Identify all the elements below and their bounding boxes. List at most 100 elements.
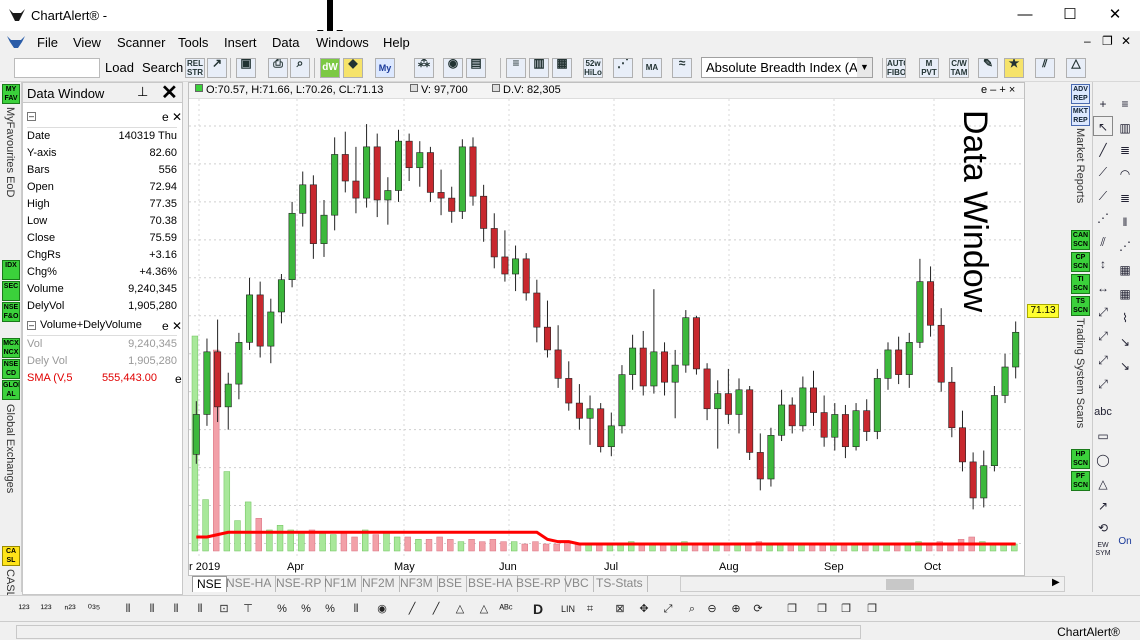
load-button[interactable]: Load bbox=[105, 60, 134, 75]
scroll-right-icon[interactable]: ▶ bbox=[1052, 577, 1060, 588]
my-favourites-icon[interactable]: MY FAV bbox=[2, 84, 20, 104]
menu-data[interactable]: Data bbox=[272, 35, 299, 50]
numbering-icon[interactable]: ¹²³ bbox=[14, 599, 34, 619]
arrow-tool-icon[interactable]: ↗ bbox=[1093, 496, 1113, 516]
bull-menu-icon[interactable] bbox=[6, 34, 26, 50]
print-preview-icon[interactable]: ⌕ bbox=[290, 58, 310, 78]
grid-toggle-icon[interactable]: ⌗ bbox=[580, 599, 600, 619]
sma-edit-button[interactable]: e bbox=[175, 372, 182, 386]
triangle-b-icon[interactable]: △ bbox=[450, 599, 470, 619]
bars-icon[interactable]: ⫴ bbox=[118, 599, 138, 619]
bars4-icon[interactable]: ⫴ bbox=[190, 599, 210, 619]
m-pvt-button[interactable]: M PVT bbox=[919, 58, 939, 78]
tab-nf2m[interactable]: NF2M bbox=[358, 576, 400, 592]
sl-line-icon[interactable]: ⟋ bbox=[1093, 162, 1113, 182]
lines-icon[interactable]: ⫽ bbox=[1035, 58, 1055, 78]
ts-scn-icon[interactable]: TS SCN bbox=[1071, 296, 1090, 316]
ns4-icon[interactable]: ⤢ bbox=[1093, 374, 1113, 394]
fib-icon[interactable]: ≣ bbox=[1115, 140, 1135, 160]
section-close-icon[interactable]: ✕ bbox=[172, 319, 182, 333]
zoom-box-icon[interactable]: ⊡ bbox=[214, 599, 234, 619]
bar-chart-icon[interactable]: ▥ bbox=[529, 58, 549, 78]
mdi-close-button[interactable]: ✕ bbox=[1121, 34, 1131, 48]
menu-windows[interactable]: Windows bbox=[316, 35, 369, 50]
mkt-rep-icon[interactable]: MKT REP bbox=[1071, 106, 1090, 126]
ellipse-icon[interactable]: ◯ bbox=[1093, 450, 1113, 470]
ti-scn-icon[interactable]: TI SCN bbox=[1071, 274, 1090, 294]
arc-icon[interactable]: ◠ bbox=[1115, 164, 1135, 184]
menu-scanner[interactable]: Scanner bbox=[117, 35, 165, 50]
minimize-button[interactable]: — bbox=[1010, 4, 1040, 26]
casl-label[interactable]: CASL bbox=[4, 569, 16, 598]
percent3-icon[interactable]: % bbox=[320, 599, 340, 619]
overlay-icon[interactable]: ≈ bbox=[672, 58, 692, 78]
triangle-b2-icon[interactable]: △ bbox=[474, 599, 494, 619]
symbol-input[interactable] bbox=[14, 58, 100, 78]
d-menu-icon[interactable]: D bbox=[528, 599, 548, 619]
grid2-icon[interactable]: ▦ bbox=[1115, 284, 1135, 304]
vd-chart-icon[interactable]: ▦ bbox=[552, 58, 572, 78]
cw-tam-button[interactable]: C/W TAM bbox=[949, 58, 969, 78]
grid-icon[interactable]: ▦ bbox=[1115, 260, 1135, 280]
my-indicators-button[interactable]: My bbox=[375, 58, 395, 78]
move-icon[interactable]: ✥ bbox=[634, 599, 654, 619]
ns2-icon[interactable]: ⤢ bbox=[1093, 326, 1113, 346]
search-button[interactable]: Search bbox=[142, 60, 183, 75]
ma-button[interactable]: MA bbox=[642, 58, 662, 78]
52w-hilo-button[interactable]: 52w HiLo bbox=[583, 58, 603, 78]
maximize-button[interactable]: ☐ bbox=[1055, 4, 1085, 26]
diamond-icon[interactable]: ◆ bbox=[343, 58, 363, 78]
vline-icon[interactable]: ↕ bbox=[1093, 254, 1113, 274]
resize-icon[interactable]: ⤢ bbox=[658, 599, 678, 619]
data-window-close-icon[interactable]: ✕ bbox=[161, 80, 178, 105]
pin-icon[interactable]: ⊥ bbox=[137, 84, 148, 100]
tab-ts-stats[interactable]: TS-Stats bbox=[592, 576, 648, 592]
line-icon[interactable]: ╱ bbox=[402, 599, 422, 619]
copy4-icon[interactable]: ❐ bbox=[862, 599, 882, 619]
arrow-select-icon[interactable]: ↗ bbox=[207, 58, 227, 78]
chart-panel[interactable]: O:70.57, H:71.66, L:70.26, CL:71.13 V: 9… bbox=[188, 82, 1025, 576]
section-edit-button[interactable]: e bbox=[162, 319, 169, 333]
rectangle-icon[interactable]: ▭ bbox=[1093, 426, 1113, 446]
copy2-icon[interactable]: ❐ bbox=[812, 599, 832, 619]
combo-dropdown-icon[interactable]: ▼ bbox=[857, 58, 872, 77]
menu-insert[interactable]: Insert bbox=[224, 35, 257, 50]
tab-nf1m[interactable]: NF1M bbox=[320, 576, 362, 592]
arrow-tool3-icon[interactable]: ↘ bbox=[1115, 356, 1135, 376]
tab-vbc[interactable]: VBC bbox=[560, 576, 594, 592]
print-icon[interactable]: ⎙ bbox=[268, 58, 288, 78]
trendline-icon[interactable]: ╱ bbox=[1093, 140, 1113, 160]
ns3-icon[interactable]: ⤢ bbox=[1093, 350, 1113, 370]
indicator-icon[interactable]: ⋰ bbox=[613, 58, 633, 78]
trading-system-scans-label[interactable]: Trading System Scans bbox=[1074, 318, 1086, 428]
save-icon[interactable]: ▣ bbox=[236, 58, 256, 78]
casl-icon[interactable]: CA SL bbox=[2, 546, 20, 566]
bars2-icon[interactable]: ⫴ bbox=[142, 599, 162, 619]
ew-sym-icon[interactable]: EW SYM bbox=[1093, 542, 1113, 562]
global-exchanges-label[interactable]: Global Exchanges bbox=[4, 404, 16, 493]
channel-lines-icon[interactable]: ≡ bbox=[1115, 94, 1135, 114]
collapse-icon[interactable]: – bbox=[27, 112, 36, 121]
pointer-icon[interactable]: ↖ bbox=[1093, 116, 1113, 136]
crosshair-icon[interactable]: + bbox=[1093, 94, 1113, 114]
bars3-icon[interactable]: ⫴ bbox=[166, 599, 186, 619]
chart-volume-icon[interactable]: ≡ bbox=[506, 58, 526, 78]
fib-ext-icon[interactable]: ≣ bbox=[1115, 188, 1135, 208]
percent-icon[interactable]: % bbox=[272, 599, 292, 619]
pan-icon[interactable]: ⊠ bbox=[610, 599, 630, 619]
menu-view[interactable]: View bbox=[73, 35, 101, 50]
percent2-icon[interactable]: % bbox=[296, 599, 316, 619]
numbering3-icon[interactable]: ⁿ²³ bbox=[60, 599, 80, 619]
data-window-button[interactable]: dW bbox=[320, 58, 340, 78]
tab-bse-ha[interactable]: BSE-HA bbox=[464, 576, 518, 592]
arrow-tool2-icon[interactable]: ↘ bbox=[1115, 332, 1135, 352]
channel-icon[interactable]: ⫽ bbox=[1093, 232, 1113, 252]
globe-icon[interactable]: ◉ bbox=[443, 58, 463, 78]
scrollbar-thumb[interactable] bbox=[886, 579, 914, 590]
cycle-icon[interactable]: ⟲ bbox=[1093, 518, 1113, 538]
tab-bse-rp[interactable]: BSE-RP bbox=[512, 576, 566, 592]
chart-controls[interactable]: e – + × bbox=[981, 84, 1015, 96]
zigzag-icon[interactable]: ⌇ bbox=[1115, 308, 1135, 328]
pattern-icon[interactable]: ⁂ bbox=[414, 58, 434, 78]
mdi-restore-button[interactable]: ❐ bbox=[1102, 34, 1113, 48]
